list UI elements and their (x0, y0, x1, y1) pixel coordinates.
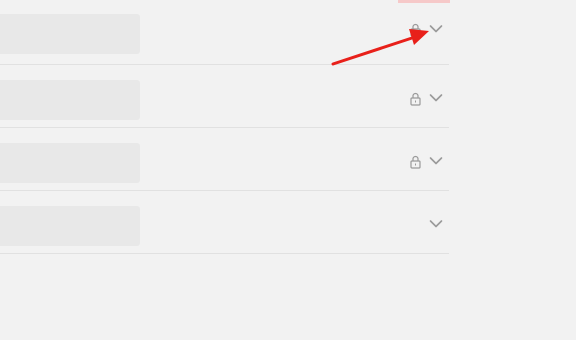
row-title-placeholder (0, 143, 140, 183)
list-row-4[interactable] (0, 191, 449, 254)
list-row-2[interactable] (0, 65, 449, 128)
row-title-placeholder (0, 80, 140, 120)
list-row-1[interactable] (0, 0, 449, 65)
lock-icon (410, 92, 421, 106)
chevron-down-icon[interactable] (429, 93, 443, 103)
lock-icon (410, 23, 421, 37)
chevron-down-icon[interactable] (429, 219, 443, 229)
chevron-down-icon[interactable] (429, 24, 443, 34)
row-title-placeholder (0, 206, 140, 246)
collapsible-list (0, 0, 449, 254)
lock-icon (410, 155, 421, 169)
chevron-down-icon[interactable] (429, 156, 443, 166)
row-title-placeholder (0, 14, 140, 54)
list-row-3[interactable] (0, 128, 449, 191)
